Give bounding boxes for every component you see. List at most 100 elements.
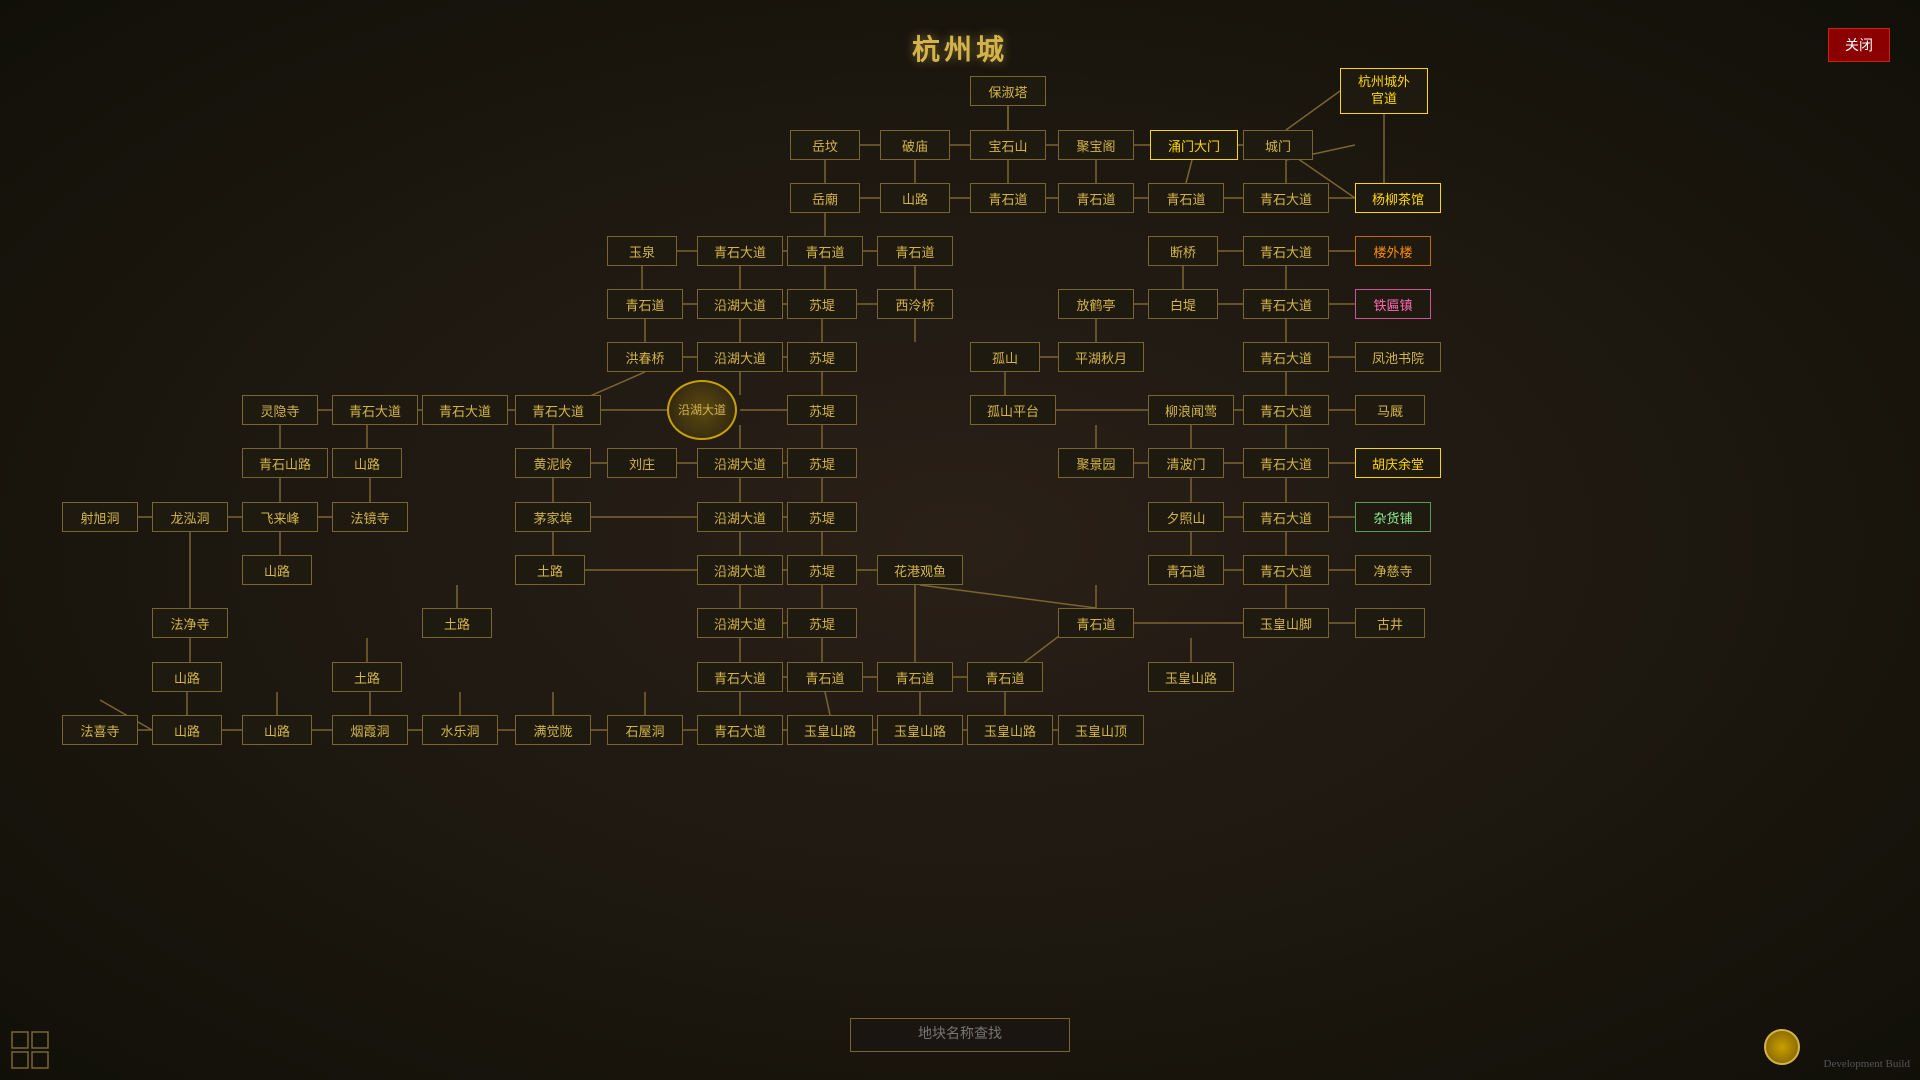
map-node[interactable]: 沿湖大道	[697, 555, 783, 585]
map-node[interactable]: 石屋洞	[607, 715, 683, 745]
map-node[interactable]: 清波门	[1148, 448, 1224, 478]
map-node[interactable]: 青石道	[1058, 608, 1134, 638]
map-node[interactable]: 马厩	[1355, 395, 1425, 425]
map-node[interactable]: 玉皇山脚	[1243, 608, 1329, 638]
map-node[interactable]: 白堤	[1148, 289, 1218, 319]
map-node[interactable]: 沿湖大道	[697, 502, 783, 532]
map-node[interactable]: 岳坟	[790, 130, 860, 160]
map-node[interactable]: 青石大道	[1243, 236, 1329, 266]
map-node[interactable]: 青石大道	[1243, 395, 1329, 425]
map-node[interactable]: 刘庄	[607, 448, 677, 478]
map-node[interactable]: 青石道	[1148, 183, 1224, 213]
map-node[interactable]: 青石大道	[1243, 289, 1329, 319]
map-node[interactable]: 青石道	[1058, 183, 1134, 213]
map-node[interactable]: 净慈寺	[1355, 555, 1431, 585]
map-node[interactable]: 柳浪闻莺	[1148, 395, 1234, 425]
map-node[interactable]: 涌门大门	[1150, 130, 1238, 160]
map-node[interactable]: 古井	[1355, 608, 1425, 638]
map-node[interactable]: 孤山平台	[970, 395, 1056, 425]
map-node[interactable]: 青石道	[787, 662, 863, 692]
map-node[interactable]: 土路	[332, 662, 402, 692]
map-node[interactable]: 玉皇山路	[877, 715, 963, 745]
map-node[interactable]: 黄泥岭	[515, 448, 591, 478]
map-node[interactable]: 平湖秋月	[1058, 342, 1144, 372]
map-node[interactable]: 玉泉	[607, 236, 677, 266]
map-node[interactable]: 射旭洞	[62, 502, 138, 532]
map-node[interactable]: 沿湖大道	[667, 380, 737, 440]
map-node[interactable]: 苏堤	[787, 395, 857, 425]
map-node[interactable]: 飞来峰	[242, 502, 318, 532]
map-node[interactable]: 聚景园	[1058, 448, 1134, 478]
map-node[interactable]: 玉皇山路	[787, 715, 873, 745]
map-node[interactable]: 青石道	[787, 236, 863, 266]
map-node[interactable]: 法镜寺	[332, 502, 408, 532]
map-node[interactable]: 玉皇山路	[1148, 662, 1234, 692]
map-node[interactable]: 青石大道	[1243, 448, 1329, 478]
map-node[interactable]: 山路	[332, 448, 402, 478]
map-node[interactable]: 沿湖大道	[697, 448, 783, 478]
map-node[interactable]: 青石道	[970, 183, 1046, 213]
map-node[interactable]: 山路	[880, 183, 950, 213]
map-node[interactable]: 青石大道	[422, 395, 508, 425]
map-node[interactable]: 山路	[242, 715, 312, 745]
map-node[interactable]: 水乐洞	[422, 715, 498, 745]
map-node[interactable]: 沿湖大道	[697, 608, 783, 638]
map-node[interactable]: 法喜寺	[62, 715, 138, 745]
map-node[interactable]: 杂货铺	[1355, 502, 1431, 532]
map-node[interactable]: 青石道	[877, 662, 953, 692]
map-node[interactable]: 苏堤	[787, 502, 857, 532]
map-node[interactable]: 法净寺	[152, 608, 228, 638]
map-node[interactable]: 青石大道	[332, 395, 418, 425]
search-input[interactable]	[850, 1018, 1070, 1052]
map-node[interactable]: 保淑塔	[970, 76, 1046, 106]
map-node[interactable]: 玉皇山顶	[1058, 715, 1144, 745]
map-node[interactable]: 沿湖大道	[697, 342, 783, 372]
map-node[interactable]: 青石大道	[697, 662, 783, 692]
map-node[interactable]: 岳廟	[790, 183, 860, 213]
map-node[interactable]: 青石大道	[697, 236, 783, 266]
map-node[interactable]: 烟霞洞	[332, 715, 408, 745]
map-node[interactable]: 灵隐寺	[242, 395, 318, 425]
map-node[interactable]: 凤池书院	[1355, 342, 1441, 372]
map-node[interactable]: 苏堤	[787, 608, 857, 638]
map-node[interactable]: 土路	[515, 555, 585, 585]
map-node[interactable]: 放鹤亭	[1058, 289, 1134, 319]
map-node[interactable]: 青石道	[877, 236, 953, 266]
map-node[interactable]: 龙泓洞	[152, 502, 228, 532]
map-node[interactable]: 玉皇山路	[967, 715, 1053, 745]
map-node[interactable]: 苏堤	[787, 289, 857, 319]
map-node[interactable]: 杭州城外 官道	[1340, 68, 1428, 114]
map-node[interactable]: 青石道	[1148, 555, 1224, 585]
map-node[interactable]: 破庙	[880, 130, 950, 160]
map-node[interactable]: 洪春桥	[607, 342, 683, 372]
close-button[interactable]: 关闭	[1828, 28, 1890, 62]
map-node[interactable]: 楼外楼	[1355, 236, 1431, 266]
map-node[interactable]: 山路	[152, 715, 222, 745]
map-node[interactable]: 聚宝阁	[1058, 130, 1134, 160]
map-node[interactable]: 山路	[242, 555, 312, 585]
map-node[interactable]: 宝石山	[970, 130, 1046, 160]
map-node[interactable]: 青石大道	[515, 395, 601, 425]
map-node[interactable]: 城门	[1243, 130, 1313, 160]
map-node[interactable]: 茅家埠	[515, 502, 591, 532]
map-node[interactable]: 苏堤	[787, 555, 857, 585]
map-node[interactable]: 满觉陇	[515, 715, 591, 745]
map-node[interactable]: 西泠桥	[877, 289, 953, 319]
map-node[interactable]: 杨柳茶馆	[1355, 183, 1441, 213]
map-node[interactable]: 苏堤	[787, 448, 857, 478]
map-node[interactable]: 青石山路	[242, 448, 328, 478]
map-node[interactable]: 孤山	[970, 342, 1040, 372]
map-node[interactable]: 青石大道	[1243, 342, 1329, 372]
map-node[interactable]: 铁匾镇	[1355, 289, 1431, 319]
map-node[interactable]: 夕照山	[1148, 502, 1224, 532]
map-node[interactable]: 青石大道	[1243, 502, 1329, 532]
map-node[interactable]: 山路	[152, 662, 222, 692]
map-node[interactable]: 青石大道	[697, 715, 783, 745]
map-node[interactable]: 花港观鱼	[877, 555, 963, 585]
map-node[interactable]: 青石大道	[1243, 555, 1329, 585]
map-node[interactable]: 青石道	[607, 289, 683, 319]
map-node[interactable]: 沿湖大道	[697, 289, 783, 319]
map-node[interactable]: 土路	[422, 608, 492, 638]
map-node[interactable]: 青石大道	[1243, 183, 1329, 213]
map-node[interactable]: 苏堤	[787, 342, 857, 372]
